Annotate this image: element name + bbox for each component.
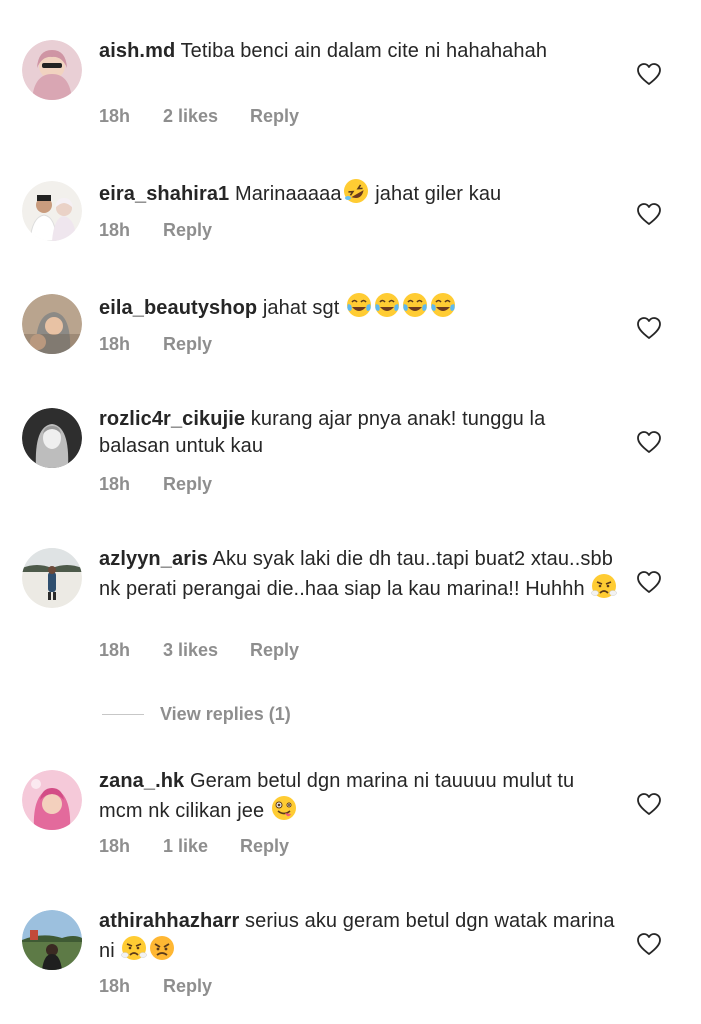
comment-text: Tetiba benci ain dalam cite ni hahahahah — [180, 40, 548, 62]
comment-username[interactable]: rozlic4r_cikujie — [99, 408, 245, 430]
comment-time: 18h — [99, 836, 131, 856]
comment-time: 18h — [99, 976, 131, 996]
view-replies-label: View replies (1) — [160, 703, 291, 724]
comment-likes[interactable]: 1 like — [163, 834, 208, 858]
avatar[interactable] — [22, 770, 82, 830]
heart-icon[interactable] — [636, 792, 662, 816]
face-with-steam-emoji-icon — [591, 573, 618, 599]
zany-face-emoji-icon — [271, 795, 297, 821]
comment-username[interactable]: aish.md — [99, 40, 175, 62]
comment-username[interactable]: eila_beautyshop — [99, 297, 257, 319]
comment-text: Marinaaaaa — [234, 183, 342, 205]
comment-time: 18h — [99, 106, 131, 126]
comment-time: 18h — [99, 640, 131, 660]
comment-meta: 18h Reply — [99, 218, 212, 242]
comment-likes[interactable]: 2 likes — [163, 104, 218, 128]
tears-of-joy-emoji-icon — [374, 292, 400, 318]
tears-of-joy-emoji-icon — [430, 292, 456, 318]
comment-username[interactable]: eira_shahira1 — [99, 183, 229, 205]
comment-meta: 18h 3 likes Reply — [99, 638, 299, 662]
heart-icon[interactable] — [636, 570, 662, 594]
comment-text-after: jahat giler kau — [375, 183, 502, 205]
reply-button[interactable]: Reply — [163, 472, 212, 496]
comment-meta: 18h Reply — [99, 332, 212, 356]
view-replies-divider — [102, 713, 144, 715]
avatar[interactable] — [22, 408, 82, 468]
reply-button[interactable]: Reply — [163, 974, 212, 998]
comment-time: 18h — [99, 474, 131, 494]
comment-text: jahat sgt — [262, 297, 340, 319]
view-replies-button[interactable]: View replies (1) — [102, 700, 291, 728]
comment-time: 18h — [99, 220, 131, 240]
angry-face-emoji-icon — [149, 935, 175, 961]
heart-icon[interactable] — [636, 316, 662, 340]
avatar[interactable] — [22, 548, 82, 608]
tears-of-joy-emoji-icon — [402, 292, 428, 318]
comment-meta: 18h 1 like Reply — [99, 834, 289, 858]
comment-username[interactable]: athirahhazharr — [99, 910, 239, 932]
avatar[interactable] — [22, 910, 82, 970]
avatar[interactable] — [22, 40, 82, 100]
reply-button[interactable]: Reply — [250, 638, 299, 662]
avatar[interactable] — [22, 294, 82, 354]
comment-meta: 18h Reply — [99, 974, 212, 998]
reply-button[interactable]: Reply — [163, 332, 212, 356]
heart-icon[interactable] — [636, 430, 662, 454]
face-with-steam-emoji-icon — [121, 935, 148, 961]
tears-of-joy-emoji-icon — [346, 292, 372, 318]
rofl-emoji-icon — [343, 178, 369, 204]
heart-icon[interactable] — [636, 932, 662, 956]
comment-time: 18h — [99, 334, 131, 354]
avatar[interactable] — [22, 181, 82, 241]
comment-username[interactable]: zana_.hk — [99, 770, 184, 792]
heart-icon[interactable] — [636, 202, 662, 226]
reply-button[interactable]: Reply — [163, 218, 212, 242]
comment-likes[interactable]: 3 likes — [163, 638, 218, 662]
comment-username[interactable]: azlyyn_aris — [99, 548, 208, 570]
reply-button[interactable]: Reply — [250, 104, 299, 128]
heart-icon[interactable] — [636, 62, 662, 86]
reply-button[interactable]: Reply — [240, 834, 289, 858]
comment-meta: 18h 2 likes Reply — [99, 104, 299, 128]
comment-meta: 18h Reply — [99, 472, 212, 496]
